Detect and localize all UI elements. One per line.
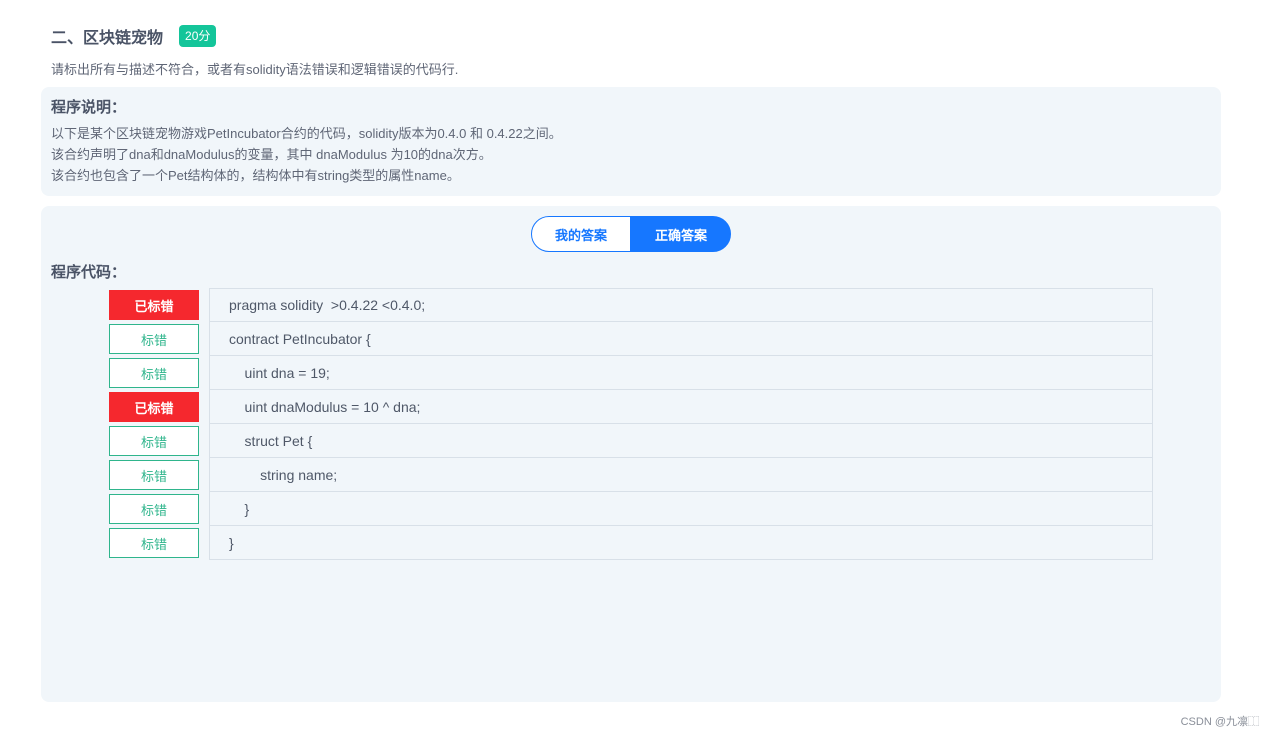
- code-row: 标错 uint dna = 19;: [109, 356, 1153, 390]
- code-line: uint dna = 19;: [209, 356, 1153, 390]
- explanation-title: 程序说明：: [51, 99, 127, 116]
- code-row: 标错 }: [109, 492, 1153, 526]
- explanation-panel: 程序说明： 以下是某个区块链宠物游戏PetIncubator合约的代码，soli…: [41, 87, 1221, 196]
- code-line: string name;: [209, 458, 1153, 492]
- tab-correct-answer[interactable]: 正确答案: [631, 216, 731, 252]
- question-description: 请标出所有与描述不符合，或者有solidity语法错误和逻辑错误的代码行.: [51, 62, 459, 77]
- code-row: 标错 contract PetIncubator {: [109, 322, 1153, 356]
- code-line: contract PetIncubator {: [209, 322, 1153, 356]
- code-row: 标错 }: [109, 526, 1153, 560]
- footer-credit: CSDN @九凛⿰: [1180, 716, 1259, 728]
- question-title: 二、区块链宠物: [51, 30, 164, 47]
- explanation-line: 该合约也包含了一个Pet结构体的，结构体中有string类型的属性name。: [51, 168, 460, 183]
- code-line: uint dnaModulus = 10 ^ dna;: [209, 390, 1153, 424]
- code-line: struct Pet {: [209, 424, 1153, 458]
- explanation-line: 以下是某个区块链宠物游戏PetIncubator合约的代码，solidity版本…: [51, 126, 562, 141]
- mark-error-button[interactable]: 已标错: [109, 290, 199, 320]
- mark-error-button[interactable]: 标错: [109, 460, 199, 490]
- score-badge: 20分: [179, 25, 217, 47]
- code-line: }: [209, 492, 1153, 526]
- code-row: 标错 struct Pet {: [109, 424, 1153, 458]
- mark-error-button[interactable]: 标错: [109, 324, 199, 354]
- code-section-title: 程序代码：: [51, 264, 127, 281]
- code-line: pragma solidity >0.4.22 <0.4.0;: [209, 288, 1153, 322]
- question-header: 二、区块链宠物 20分: [51, 24, 217, 48]
- explanation-text: 以下是某个区块链宠物游戏PetIncubator合约的代码，solidity版本…: [51, 123, 1211, 186]
- code-row: 标错 string name;: [109, 458, 1153, 492]
- explanation-line: 该合约声明了dna和dnaModulus的变量，其中 dnaModulus 为1…: [51, 147, 492, 162]
- mark-error-button[interactable]: 标错: [109, 426, 199, 456]
- mark-error-button[interactable]: 已标错: [109, 392, 199, 422]
- code-table: 已标错 pragma solidity >0.4.22 <0.4.0; 标错 c…: [109, 288, 1153, 560]
- mark-error-button[interactable]: 标错: [109, 528, 199, 558]
- tab-my-answer[interactable]: 我的答案: [531, 216, 631, 252]
- code-line: }: [209, 526, 1153, 560]
- code-row: 已标错 pragma solidity >0.4.22 <0.4.0;: [109, 288, 1153, 322]
- code-row: 已标错 uint dnaModulus = 10 ^ dna;: [109, 390, 1153, 424]
- answer-tabs: 我的答案 正确答案: [531, 216, 731, 252]
- mark-error-button[interactable]: 标错: [109, 494, 199, 524]
- mark-error-button[interactable]: 标错: [109, 358, 199, 388]
- code-panel: 我的答案 正确答案 程序代码： 已标错 pragma solidity >0.4…: [41, 206, 1221, 702]
